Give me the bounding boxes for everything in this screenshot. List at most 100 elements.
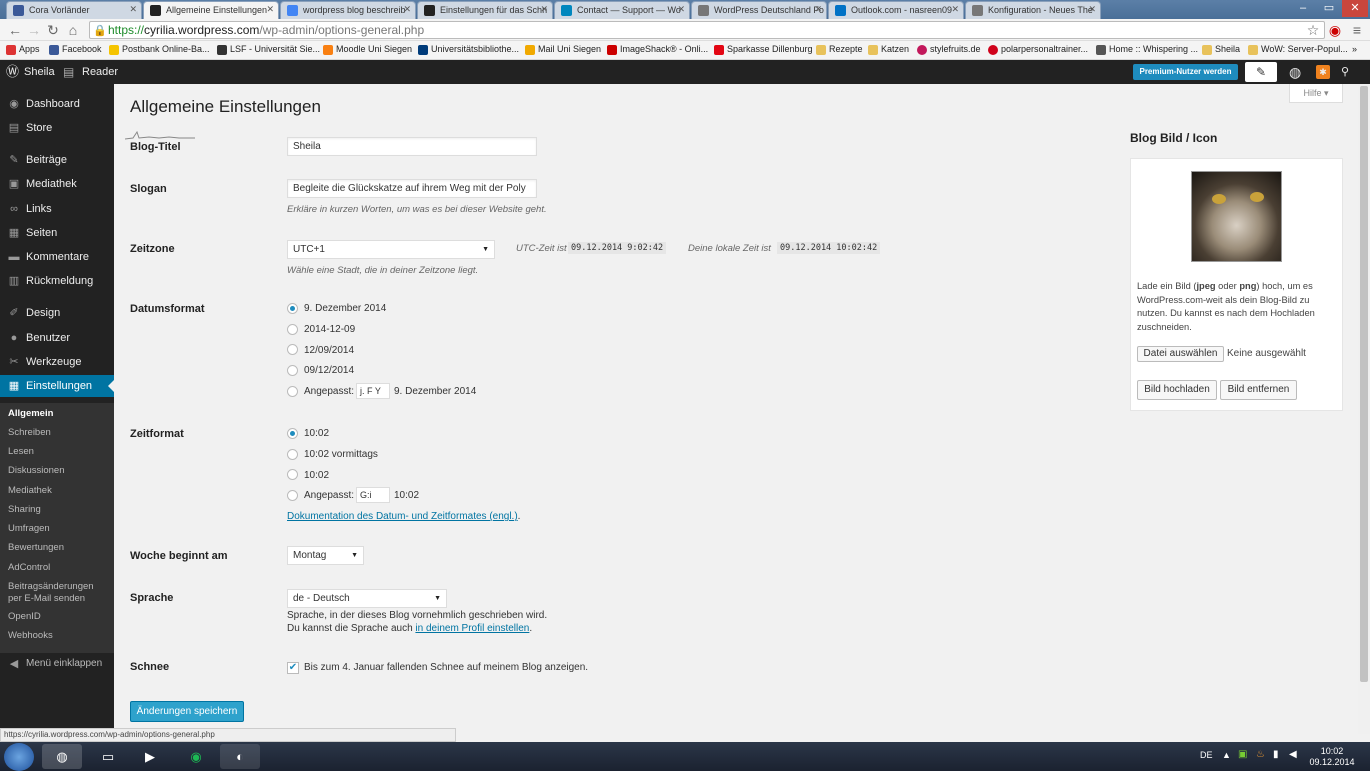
date-format-radio[interactable] [287,303,298,314]
browser-tab[interactable]: Cora Vorländer ✕ [6,1,142,19]
windows-start-icon[interactable] [4,743,34,771]
time-format-radio[interactable] [287,449,298,460]
notifications-icon[interactable]: ✱ [1316,65,1330,79]
sidebar-item-feedback[interactable]: ▥ Rückmeldung [0,270,114,292]
browser-tab[interactable]: Einstellungen für das Schn ✕ [417,1,553,19]
new-post-icon[interactable]: ✎ [1245,62,1277,82]
slogan-input[interactable]: Begleite die Glückskatze auf ihrem Weg m… [287,179,537,198]
submenu-item-adcontrol[interactable]: AdControl [8,562,50,574]
more-bookmarks-icon[interactable]: » [1352,44,1357,54]
bookmark[interactable]: Facebook [49,44,102,55]
menu-icon[interactable]: ≡ [1348,21,1366,39]
sidebar-item-settings[interactable]: ▦ Einstellungen [0,375,114,397]
close-icon[interactable]: ✕ [814,4,822,15]
my-site-link[interactable]: Sheila [24,60,55,84]
spotify-taskbar-icon[interactable]: ◉ [176,744,216,769]
wordpress-logo-icon[interactable]: Ⓦ [6,60,19,84]
scrollbar-thumb[interactable] [1360,86,1368,682]
bookmark-folder[interactable]: Katzen [868,44,909,55]
snow-checkbox[interactable]: ✔ [287,662,299,674]
time-custom-input[interactable]: G:i [356,487,390,503]
close-icon[interactable]: ✕ [540,4,548,15]
save-changes-button[interactable]: Änderungen speichern [130,701,244,722]
bookmark[interactable]: Universitätsbibliothe... [418,44,519,55]
language-indicator[interactable]: DE [1200,750,1213,760]
close-window-icon[interactable]: ✕ [1342,0,1368,17]
close-icon[interactable]: ✕ [677,4,685,15]
upload-image-button[interactable]: Bild hochladen [1137,380,1217,400]
globe-icon[interactable]: ◍ [1289,60,1301,84]
submenu-item-polls[interactable]: Umfragen [8,523,50,535]
network-icon[interactable]: ▮ [1273,749,1279,760]
reload-icon[interactable]: ↻ [44,21,62,39]
bookmark[interactable]: Home :: Whispering ... [1096,44,1198,55]
bookmark[interactable]: Moodle Uni Siegen [323,44,412,55]
explorer-taskbar-icon[interactable]: ▭ [88,744,128,769]
date-format-radio[interactable] [287,344,298,355]
forward-icon[interactable]: → [25,21,43,39]
address-bar[interactable]: 🔒 https://cyrilia.wordpress.com/wp-admin/… [89,21,1325,39]
time-format-radio[interactable] [287,428,298,439]
bookmark[interactable]: Postbank Online-Ba... [109,44,210,55]
sidebar-item-pages[interactable]: ▦ Seiten [0,222,114,244]
sidebar-item-tools[interactable]: ✂ Werkzeuge [0,351,114,373]
time-format-radio[interactable] [287,469,298,480]
search-icon[interactable]: ⚲ [1341,60,1349,84]
bookmark-folder[interactable]: Sheila [1202,44,1240,55]
premium-upgrade-button[interactable]: Premium-Nutzer werden [1133,64,1238,80]
browser-tab[interactable]: Outlook.com - nasreen09 ✕ [828,1,964,19]
page-scrollbar[interactable] [1358,84,1370,734]
profile-language-link[interactable]: in deinem Profil einstellen [415,623,529,634]
sidebar-item-links[interactable]: ∞ Links [0,198,114,220]
app-taskbar-icon[interactable]: ◐ [220,744,260,769]
submenu-item-openid[interactable]: OpenID [8,611,41,623]
media-player-taskbar-icon[interactable]: ▶ [130,744,170,769]
week-start-select[interactable]: Montag ▼ [287,546,364,565]
sidebar-item-users[interactable]: ● Benutzer [0,327,114,349]
chrome-taskbar-icon[interactable]: ◍ [42,744,82,769]
submenu-item-writing[interactable]: Schreiben [8,427,51,439]
home-icon[interactable]: ⌂ [64,21,82,39]
tray-expand-icon[interactable]: ▲ [1222,750,1231,760]
language-select[interactable]: de - Deutsch ▼ [287,589,447,608]
sidebar-item-dashboard[interactable]: ◉ Dashboard [0,93,114,115]
bookmark[interactable]: Apps [6,44,40,55]
browser-tab[interactable]: Konfiguration - Neues The ✕ [965,1,1101,19]
bookmark-folder[interactable]: WoW: Server-Popul... [1248,44,1348,55]
bookmark[interactable]: LSF - Universität Sie... [217,44,320,55]
browser-tab-active[interactable]: Allgemeine Einstellungen ✕ [143,1,279,19]
submenu-item-discussion[interactable]: Diskussionen [8,465,65,477]
close-icon[interactable]: ✕ [266,4,274,15]
back-icon[interactable]: ← [6,21,24,39]
sidebar-item-media[interactable]: ▣ Mediathek [0,173,114,195]
bookmark-folder[interactable]: Rezepte [816,44,863,55]
opera-extension-icon[interactable]: ◉ [1326,21,1344,39]
remove-image-button[interactable]: Bild entfernen [1220,380,1297,400]
help-tab[interactable]: Hilfe ▾ [1289,84,1343,103]
collapse-menu-button[interactable]: ◀ Menü einklappen [0,653,114,675]
browser-tab[interactable]: Contact — Support — Wo ✕ [554,1,690,19]
date-format-radio[interactable] [287,324,298,335]
taskbar-clock[interactable]: 10:02 09.12.2014 [1302,746,1362,768]
date-time-doc-link[interactable]: Dokumentation des Datum- und Zeitformate… [287,511,518,522]
submenu-item-media[interactable]: Mediathek [8,485,52,497]
tray-app-icon[interactable]: ▣ [1238,749,1247,760]
date-format-radio[interactable] [287,365,298,376]
sidebar-item-design[interactable]: ✐ Design [0,302,114,324]
timezone-select[interactable]: UTC+1 ▼ [287,240,495,259]
submenu-item-reading[interactable]: Lesen [8,446,34,458]
maximize-icon[interactable]: ▭ [1316,0,1342,17]
bookmark[interactable]: Mail Uni Siegen [525,44,601,55]
date-format-radio-custom[interactable] [287,386,298,397]
sidebar-item-posts[interactable]: ✎ Beiträge [0,149,114,171]
sidebar-item-comments[interactable]: ▬ Kommentare [0,246,114,268]
submenu-item-ratings[interactable]: Bewertungen [8,542,64,554]
submenu-item-sharing[interactable]: Sharing [8,504,41,516]
submenu-item-webhooks[interactable]: Webhooks [8,630,53,642]
date-custom-input[interactable]: j. F Y [356,383,390,399]
submenu-item-post-by-email[interactable]: Beitragsänderungen per E-Mail senden [8,581,108,605]
star-icon[interactable]: ☆ [1304,21,1322,39]
blog-title-input[interactable]: Sheila [287,137,537,156]
time-format-radio-custom[interactable] [287,490,298,501]
close-icon[interactable]: ✕ [403,4,411,15]
